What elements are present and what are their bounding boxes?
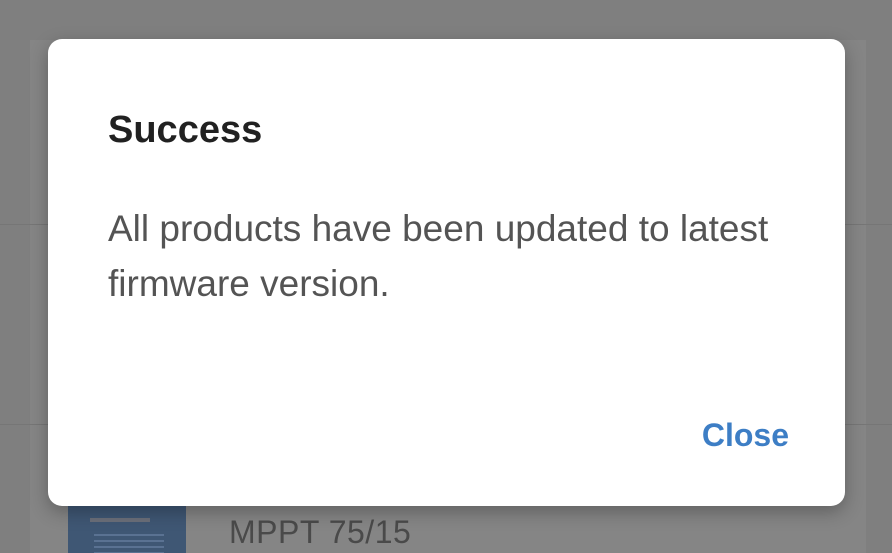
dialog-title: Success <box>108 109 263 151</box>
device-thumbnail <box>68 504 186 553</box>
success-dialog: Success All products have been updated t… <box>48 39 845 506</box>
close-button[interactable]: Close <box>702 417 789 454</box>
device-name: MPPT 75/15 <box>229 514 412 550</box>
dialog-message: All products have been updated to latest… <box>108 208 769 304</box>
app-screen: MPPT 75/15 Success All products have bee… <box>0 0 892 553</box>
